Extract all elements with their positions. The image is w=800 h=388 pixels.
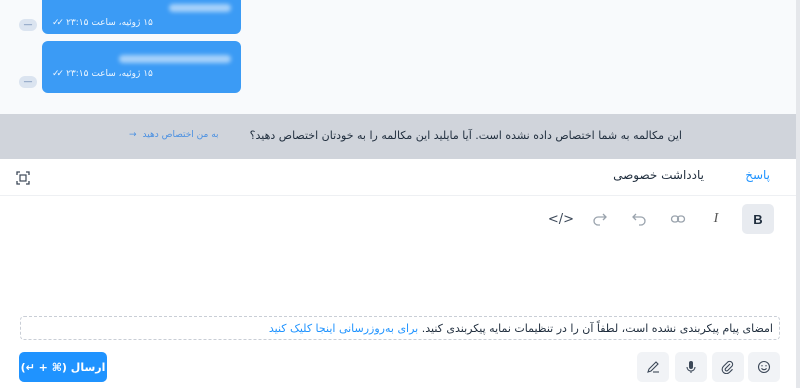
scrollbar-track[interactable]: [796, 0, 800, 388]
link-icon: [670, 215, 686, 223]
blurred-message-text: [169, 4, 231, 12]
voice-record-button[interactable]: [675, 352, 707, 382]
double-check-icon: ✓✓: [52, 18, 64, 28]
message-meta: ۱۵ ژوئیه، ساعت ۲۳:۱۵ ✓✓: [52, 69, 231, 79]
undo-button[interactable]: [623, 204, 655, 234]
message-bubble: ۱۵ ژوئیه، ساعت ۲۳:۱۵ ✓✓: [42, 41, 241, 93]
tab-reply[interactable]: پاسخ: [745, 168, 770, 182]
redo-icon: [593, 213, 607, 226]
blurred-message-text: [119, 55, 231, 63]
message-meta: ۱۵ ژوئیه، ساعت ۲۳:۱۵ ✓✓: [52, 18, 231, 28]
signature-notice-text: امضای پیام پیکربندی نشده است، لطفاً آن ر…: [421, 322, 773, 335]
double-check-icon: ✓✓: [52, 69, 64, 79]
emoji-icon: [757, 360, 771, 374]
signature-icon: [647, 361, 659, 373]
signature-update-link[interactable]: برای به‌روزرسانی اینجا کلیک کنید: [269, 322, 418, 335]
reply-mode-tabs: پاسخ یادداشت خصوصی: [0, 159, 796, 196]
message-avatar: —: [19, 19, 37, 31]
paperclip-icon: [721, 360, 734, 374]
message-list: ۱۵ ژوئیه، ساعت ۲۳:۱۵ ✓✓ — ۱۵ ژوئیه، ساعت…: [0, 0, 796, 114]
italic-button[interactable]: I: [700, 204, 732, 234]
banner-message: این مکالمه به شما اختصاص داده نشده است. …: [249, 129, 682, 142]
emoji-button[interactable]: [748, 352, 780, 382]
assign-banner: این مکالمه به شما اختصاص داده نشده است. …: [0, 114, 796, 159]
undo-icon: [632, 213, 646, 226]
tab-private-note[interactable]: یادداشت خصوصی: [613, 168, 704, 182]
message-timestamp: ۱۵ ژوئیه، ساعت ۲۳:۱۵: [66, 69, 153, 79]
attach-file-button[interactable]: [712, 352, 744, 382]
message-avatar: —: [19, 76, 37, 88]
send-button[interactable]: ارسال (⌘ + ↵): [19, 352, 107, 382]
redo-button[interactable]: [584, 204, 616, 234]
link-button[interactable]: [662, 204, 694, 234]
message-bubble: ۱۵ ژوئیه، ساعت ۲۳:۱۵ ✓✓: [42, 0, 241, 34]
microphone-icon: [686, 361, 696, 373]
bold-button[interactable]: B: [742, 204, 774, 234]
signature-notice: امضای پیام پیکربندی نشده است، لطفاً آن ر…: [20, 316, 780, 340]
arrow-right-icon: →: [129, 130, 137, 140]
signature-button[interactable]: [637, 352, 669, 382]
message-timestamp: ۱۵ ژوئیه، ساعت ۲۳:۱۵: [66, 18, 153, 28]
reply-actions: ارسال (⌘ + ↵): [0, 350, 796, 384]
assign-link-label: به من اختصاص دهید: [142, 130, 219, 140]
expand-icon[interactable]: [16, 171, 30, 185]
code-button[interactable]: </>: [545, 204, 577, 234]
assign-to-me-link[interactable]: به من اختصاص دهید →: [129, 130, 219, 140]
